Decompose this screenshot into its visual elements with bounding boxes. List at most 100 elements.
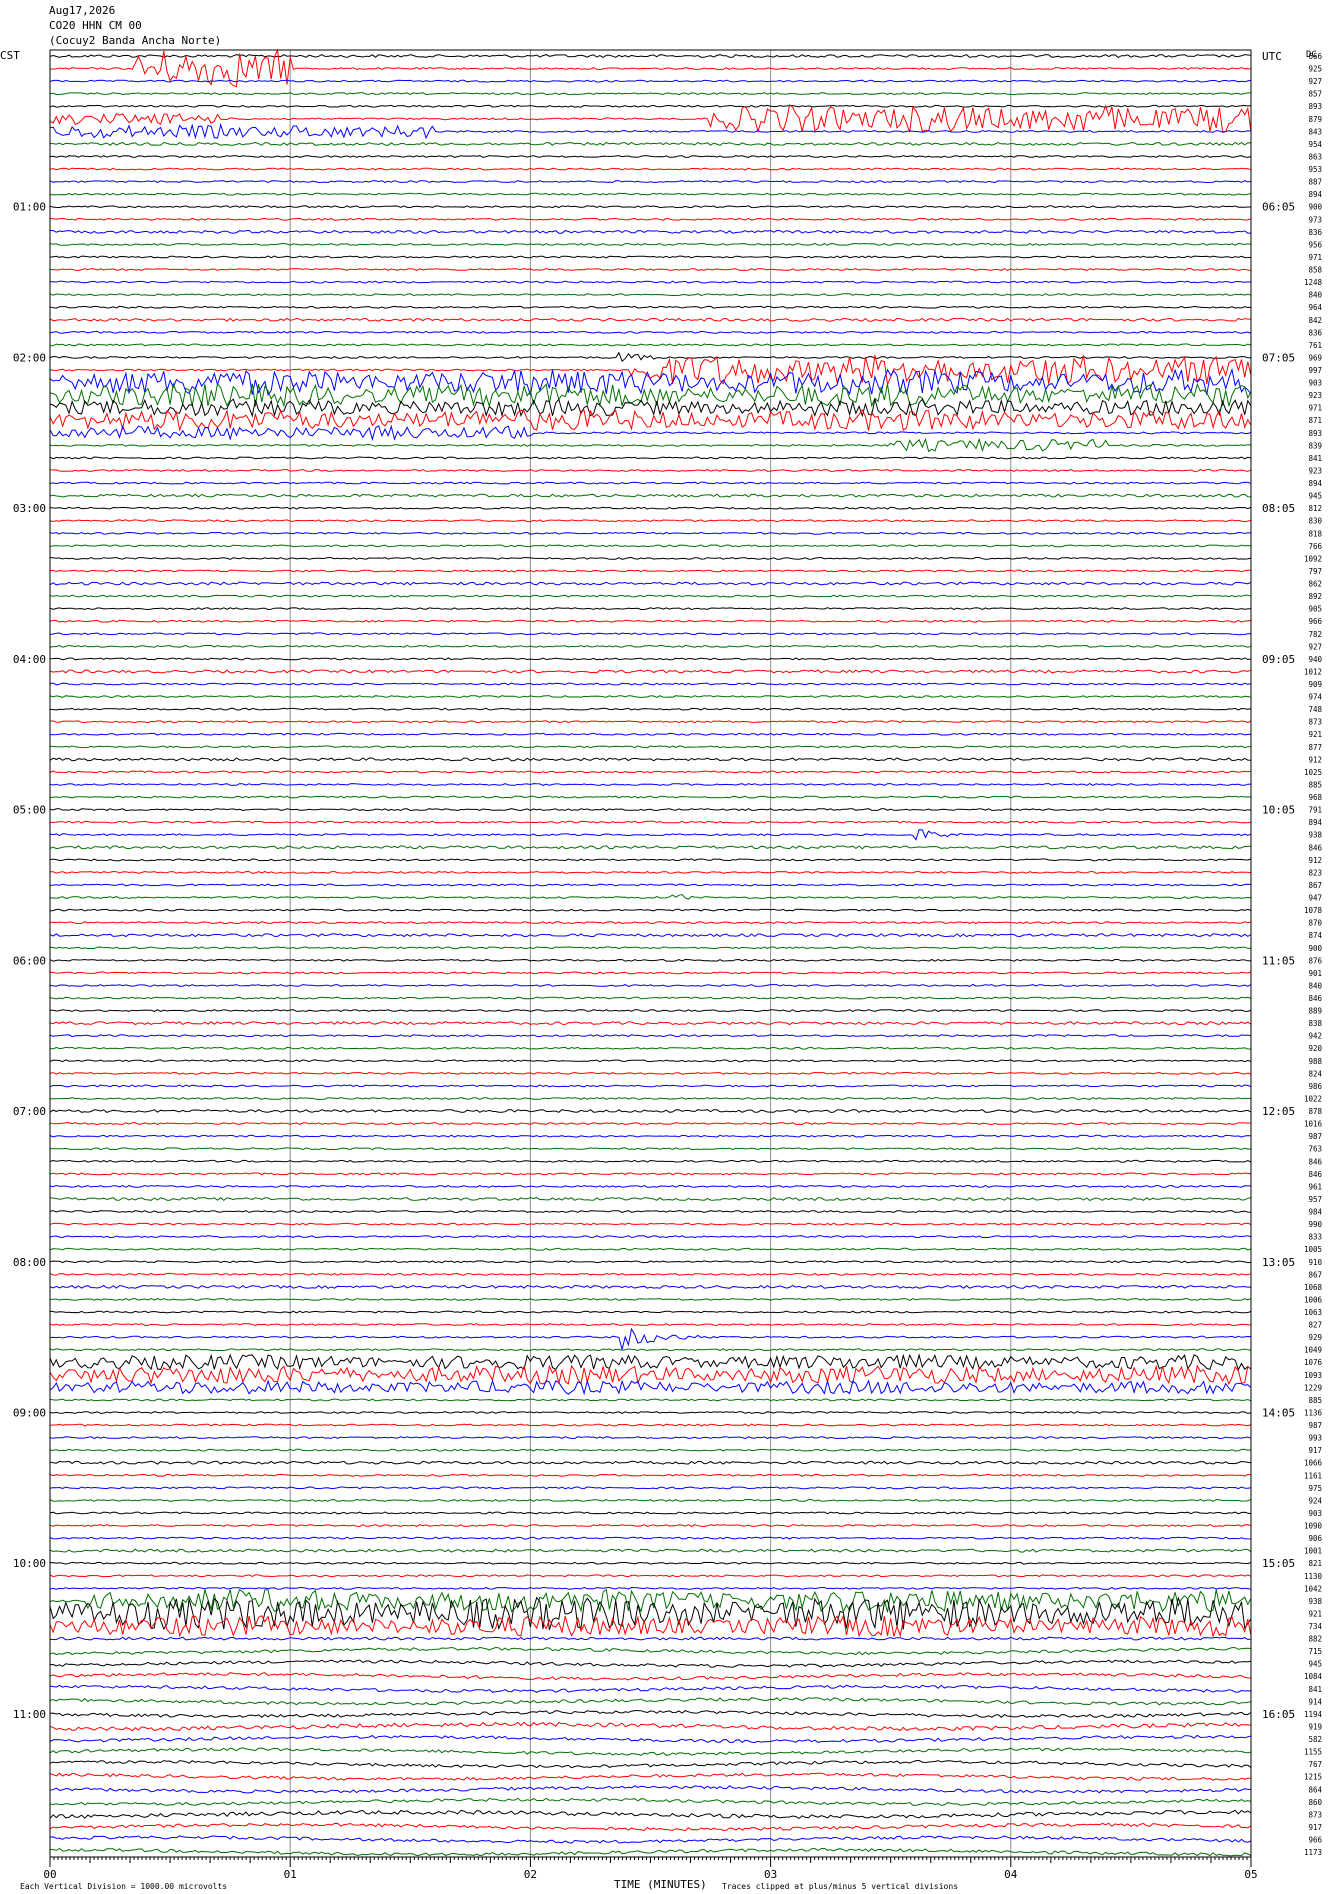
dc-offset-label: 894 (1308, 479, 1322, 488)
dc-offset-label: 973 (1308, 215, 1322, 224)
dc-offset-label: 876 (1308, 956, 1322, 965)
dc-offset-label: 827 (1308, 1321, 1322, 1330)
dc-offset-label: 1092 (1304, 554, 1322, 563)
dc-offset-label: 833 (1308, 1233, 1322, 1242)
trace-row-93 (49, 1222, 1252, 1226)
dc-offset-label: 893 (1308, 102, 1322, 111)
dc-offset-label: 823 (1308, 868, 1322, 877)
trace-row-95 (49, 1247, 1252, 1251)
dc-offset-label: 877 (1308, 743, 1322, 752)
dc-offset-label: 925 (1308, 65, 1322, 74)
trace-row-101 (49, 1323, 1252, 1327)
dc-offset-label: 909 (1308, 680, 1322, 689)
trace-row-87 (49, 1147, 1252, 1151)
dc-offset-label: 945 (1308, 1660, 1322, 1669)
trace-row-96 (49, 1260, 1252, 1264)
trace-row-43 (49, 594, 1252, 598)
trace-row-59 (49, 795, 1252, 799)
dc-offset-label: 912 (1308, 856, 1322, 865)
dc-offset-label: 969 (1308, 353, 1322, 362)
trace-row-81 (49, 1071, 1252, 1075)
trace-row-44 (49, 607, 1252, 611)
right-hour-label: 08:05 (1262, 502, 1295, 515)
dc-offset-label: 940 (1308, 655, 1322, 664)
right-hour-label: 13:05 (1262, 1256, 1295, 1269)
dc-offset-label: 1049 (1304, 1346, 1322, 1355)
dc-offset-label: 947 (1308, 894, 1322, 903)
dc-offset-label: 840 (1308, 981, 1322, 990)
dc-offset-label: 987 (1308, 1132, 1322, 1141)
dc-offset-label: 903 (1308, 1509, 1322, 1518)
trace-row-137 (49, 1772, 1252, 1781)
x-axis-title: TIME (MINUTES) (614, 1878, 707, 1891)
dc-offset-label: 874 (1308, 931, 1322, 940)
dc-offset-label: 975 (1308, 1484, 1322, 1493)
right-hour-label: 10:05 (1262, 804, 1295, 817)
dc-offset-label: 879 (1308, 115, 1322, 124)
x-tick-label: 00 (43, 1868, 56, 1881)
left-hour-label: 06:00 (13, 954, 46, 967)
trace-row-63 (49, 845, 1252, 850)
trace-row-52 (49, 707, 1252, 711)
trace-row-120 (49, 1561, 1252, 1565)
dc-offset-label: 923 (1308, 391, 1322, 400)
dc-offset-label: 1066 (1304, 1459, 1323, 1468)
dc-offset-label: 734 (1308, 1622, 1322, 1631)
trace-row-134 (49, 1734, 1252, 1744)
dc-offset-label: 942 (1308, 1032, 1322, 1041)
trace-row-60 (49, 808, 1252, 812)
trace-row-42 (49, 581, 1252, 586)
trace-row-97 (49, 1272, 1252, 1276)
trace-row-141 (49, 1822, 1252, 1832)
x-tick-label: 04 (1004, 1868, 1018, 1881)
dc-offset-label: 862 (1308, 580, 1322, 589)
dc-offset-label: 767 (1308, 1760, 1322, 1769)
dc-offset-label: 912 (1308, 755, 1322, 764)
dc-offset-label: 873 (1308, 718, 1322, 727)
trace-row-14 (50, 229, 1252, 234)
left-hour-label: 08:00 (13, 1256, 46, 1269)
dc-offset-label: 966 (1308, 617, 1322, 626)
trace-row-55 (49, 745, 1252, 749)
x-tick-label: 05 (1244, 1868, 1257, 1881)
dc-offset-label: 900 (1308, 203, 1322, 212)
trace-row-54 (49, 732, 1252, 736)
dc-offset-label: 838 (1308, 1019, 1322, 1028)
right-hour-label: 14:05 (1262, 1406, 1295, 1419)
dc-offset-label: 840 (1308, 291, 1322, 300)
trace-row-142 (49, 1835, 1252, 1844)
trace-row-46 (49, 632, 1252, 636)
trace-row-116 (49, 1511, 1252, 1515)
dc-offset-label: 938 (1308, 831, 1322, 840)
dc-offset-label: 945 (1308, 492, 1322, 501)
dc-offset-label: 964 (1308, 303, 1322, 312)
dc-offset-label: 885 (1308, 780, 1322, 789)
x-tick-label: 03 (764, 1868, 777, 1881)
trace-row-118 (49, 1536, 1252, 1540)
dc-offset-label: 1001 (1304, 1547, 1322, 1556)
plot-frame (49, 49, 1252, 1858)
dc-offset-label: 830 (1308, 517, 1322, 526)
dc-offset-label: 901 (1308, 969, 1322, 978)
trace-row-34 (49, 481, 1252, 485)
trace-row-78 (49, 1034, 1252, 1038)
trace-row-32 (49, 456, 1252, 460)
dc-offset-label: 974 (1308, 693, 1322, 702)
trace-row-21 (49, 317, 1252, 322)
trace-row-68 (49, 908, 1252, 912)
trace-row-51 (49, 695, 1252, 699)
trace-row-36 (49, 506, 1252, 510)
trace-row-49 (49, 669, 1252, 674)
trace-row-100 (49, 1310, 1252, 1314)
trace-row-122 (49, 1586, 1252, 1590)
trace-row-3 (49, 92, 1252, 96)
trace-row-140 (49, 1809, 1252, 1820)
dc-offset-label: 885 (1308, 1396, 1322, 1405)
dc-offset-label: 763 (1308, 1145, 1322, 1154)
dc-offset-label: 971 (1308, 404, 1322, 413)
dc-offset-label: 917 (1308, 1446, 1322, 1455)
dc-offset-label: 812 (1308, 504, 1322, 513)
trace-row-88 (49, 1159, 1252, 1163)
trace-row-108 (49, 1411, 1252, 1414)
trace-row-83 (49, 1097, 1252, 1100)
